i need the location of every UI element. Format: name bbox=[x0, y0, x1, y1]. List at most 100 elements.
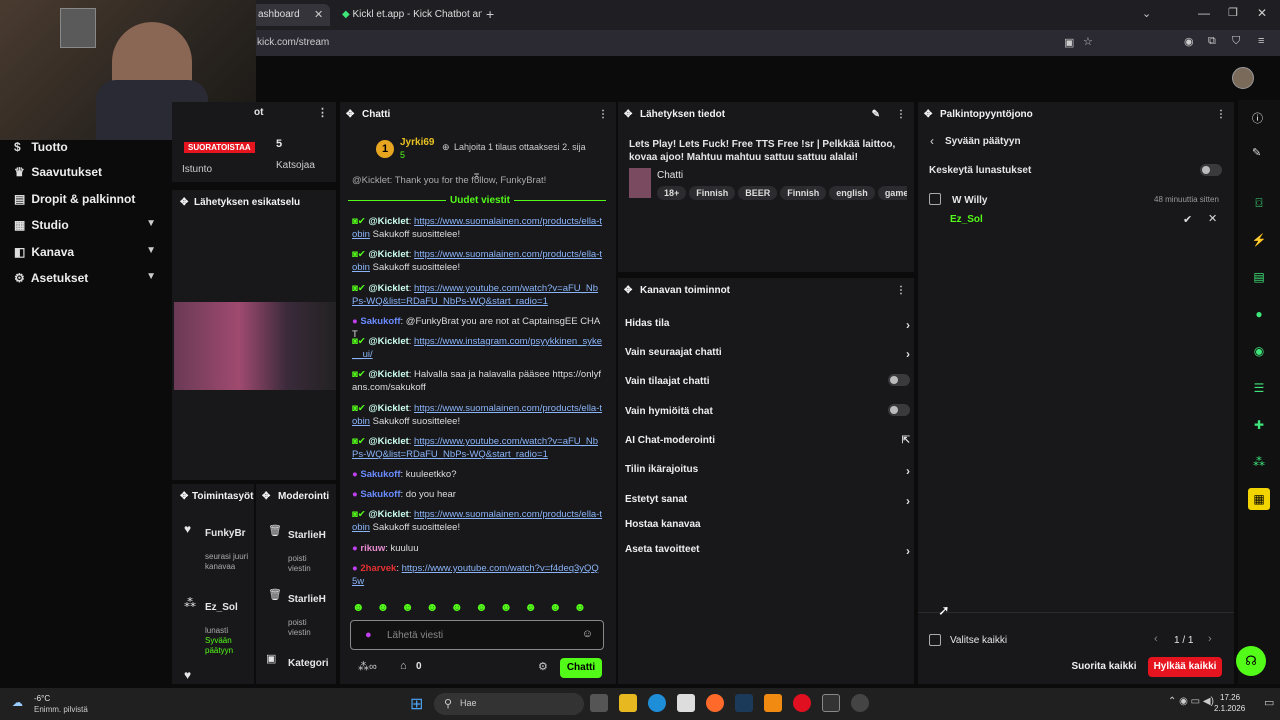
chat-settings-icon[interactable]: ⚙ bbox=[538, 660, 548, 673]
chat-username[interactable]: @Kicklet bbox=[368, 369, 408, 380]
edge-icon[interactable] bbox=[648, 694, 666, 712]
request-user[interactable]: Ez_Sol bbox=[950, 214, 983, 225]
reject-x-icon[interactable]: ✕ bbox=[1208, 212, 1217, 225]
chat-username[interactable]: @Kicklet bbox=[368, 436, 408, 447]
opera-icon[interactable] bbox=[793, 694, 811, 712]
next-page-icon[interactable]: › bbox=[1208, 633, 1212, 645]
task-view-icon[interactable] bbox=[590, 694, 608, 712]
url-text[interactable]: kick.com/stream bbox=[257, 37, 329, 48]
complete-all-button[interactable]: Suorita kaikki bbox=[1068, 657, 1140, 677]
channel-action-row[interactable]: Hostaa kanavaa bbox=[625, 519, 910, 530]
toggle-switch[interactable] bbox=[888, 404, 910, 416]
sidebar-item-saavutukset[interactable]: ♛ Saavutukset bbox=[14, 165, 102, 179]
menu-icon[interactable]: ≡ bbox=[1258, 35, 1264, 47]
stream-category[interactable]: Chatti bbox=[657, 170, 683, 181]
reader-view-icon[interactable]: ▣ bbox=[1064, 36, 1074, 49]
list-icon[interactable]: ☰ bbox=[1248, 377, 1270, 399]
taskbar-search[interactable]: ⚲ Hae bbox=[434, 693, 584, 715]
bookmark-star-icon[interactable]: ☆ bbox=[1083, 35, 1093, 48]
chat-username[interactable]: 2harvek bbox=[360, 563, 396, 574]
chat-input[interactable]: ● Lähetä viesti ☺ bbox=[350, 620, 604, 650]
stream-tag[interactable]: Finnish bbox=[689, 186, 736, 200]
stream-preview-video[interactable] bbox=[174, 302, 336, 390]
notification-icon[interactable]: ▭ bbox=[1264, 696, 1274, 709]
sidebar-item-asetukset[interactable]: ⚙ Asetukset ▼ bbox=[14, 271, 170, 285]
close-window-icon[interactable]: ✕ bbox=[1257, 6, 1267, 20]
channel-action-row[interactable]: Tilin ikärajoitus › bbox=[625, 464, 910, 478]
new-tab-icon[interactable]: + bbox=[486, 6, 494, 22]
file-explorer-icon[interactable] bbox=[619, 694, 637, 712]
move-icon[interactable]: ✥ bbox=[262, 484, 270, 510]
sidebar-item-tuotto[interactable]: $ Tuotto bbox=[14, 140, 68, 154]
move-icon[interactable]: ✥ bbox=[346, 102, 354, 128]
emoji-icon[interactable]: ☺ bbox=[582, 628, 593, 640]
broadcast-icon[interactable]: ◉ bbox=[1248, 340, 1270, 362]
chat-username[interactable]: @Kicklet bbox=[368, 249, 408, 260]
channel-action-row[interactable]: Estetyt sanat › bbox=[625, 494, 910, 508]
firefox-icon[interactable] bbox=[706, 694, 724, 712]
support-headset-icon[interactable]: ☊ bbox=[1236, 646, 1266, 676]
activity-user[interactable]: FunkyBr bbox=[205, 528, 246, 539]
stream-tag[interactable]: english bbox=[829, 186, 875, 200]
chat-username[interactable]: Sakukoff bbox=[360, 316, 400, 327]
request-checkbox[interactable] bbox=[929, 193, 941, 205]
chat-bubble-icon[interactable]: ● bbox=[1248, 303, 1270, 325]
rewards-icon[interactable]: ⁂ bbox=[1248, 451, 1270, 473]
send-chat-button[interactable]: Chatti bbox=[560, 658, 602, 678]
lightning-icon[interactable]: ⚡ bbox=[1248, 229, 1270, 251]
chat-username[interactable]: @Kicklet bbox=[368, 283, 408, 294]
edit-icon[interactable]: ✎ bbox=[872, 102, 880, 128]
mod-user[interactable]: StarlieH bbox=[288, 530, 326, 541]
chat-username[interactable]: Sakukoff bbox=[360, 469, 400, 480]
sidebar-item-dropit[interactable]: ▤ Dropit & palkinnot bbox=[14, 192, 135, 206]
stream-tag[interactable]: Finnish bbox=[780, 186, 827, 200]
close-tab-icon[interactable]: ✕ bbox=[314, 8, 323, 21]
back-icon[interactable]: ‹ bbox=[930, 134, 934, 148]
move-icon[interactable]: ✥ bbox=[180, 190, 188, 216]
calendar-icon[interactable]: ▦ bbox=[1248, 488, 1270, 510]
sidebar-item-kanava[interactable]: ◧ Kanava ▼ bbox=[14, 245, 170, 259]
more-options-icon[interactable]: ⋮ bbox=[598, 102, 608, 128]
extensions-icon[interactable]: ⧉ bbox=[1208, 35, 1216, 48]
mod-user[interactable]: StarlieH bbox=[288, 594, 326, 605]
reject-all-button[interactable]: Hylkää kaikki bbox=[1148, 657, 1222, 677]
channel-action-row[interactable]: Vain tilaajat chatti bbox=[625, 374, 910, 387]
obs-icon[interactable] bbox=[851, 694, 869, 712]
chat-username[interactable]: @Kicklet bbox=[368, 403, 408, 414]
select-all-checkbox[interactable] bbox=[929, 634, 941, 646]
camera-icon[interactable]: ⌼ bbox=[1248, 192, 1270, 214]
avatar[interactable] bbox=[1232, 67, 1254, 89]
pinned-user[interactable]: Jyrki69 bbox=[400, 137, 434, 148]
channel-action-row[interactable]: Vain seuraajat chatti › bbox=[625, 347, 910, 361]
prev-page-icon[interactable]: ‹ bbox=[1154, 633, 1158, 645]
info-icon[interactable]: ⓘ bbox=[1252, 110, 1263, 126]
windows-start-icon[interactable]: ⊞ bbox=[410, 694, 423, 714]
mod-user[interactable]: Kategori bbox=[288, 658, 329, 669]
chat-username[interactable]: rikuw bbox=[360, 543, 385, 554]
more-options-icon[interactable]: ⋮ bbox=[896, 102, 906, 128]
shield-icon[interactable]: ⛉ bbox=[1232, 35, 1240, 48]
channel-action-row[interactable]: Vain hymiöitä chat bbox=[625, 404, 910, 417]
move-icon[interactable]: ✥ bbox=[180, 484, 188, 510]
account-icon[interactable]: ◉ bbox=[1184, 35, 1194, 48]
stream-tag[interactable]: games bbox=[877, 186, 907, 200]
move-icon[interactable]: ✥ bbox=[624, 278, 632, 304]
chat-username[interactable]: @Kicklet bbox=[368, 216, 408, 227]
terminal-icon[interactable] bbox=[822, 694, 840, 712]
approve-check-icon[interactable]: ✔ bbox=[1183, 213, 1192, 226]
tab-list-icon[interactable]: ⌄ bbox=[1142, 7, 1151, 20]
move-icon[interactable]: ✥ bbox=[924, 102, 932, 128]
pencil-icon[interactable]: ✎ bbox=[1252, 146, 1261, 159]
move-icon[interactable]: ✥ bbox=[624, 102, 632, 128]
vlc-icon[interactable] bbox=[764, 694, 782, 712]
steam-icon[interactable] bbox=[735, 694, 753, 712]
channel-action-row[interactable]: Hidas tila › bbox=[625, 318, 910, 332]
document-icon[interactable]: ▤ bbox=[1248, 266, 1270, 288]
sidebar-item-studio[interactable]: ▦ Studio ▼ bbox=[14, 218, 170, 232]
activity-user[interactable]: Ez_Sol bbox=[205, 602, 238, 613]
more-options-icon[interactable]: ⋮ bbox=[317, 106, 328, 119]
chat-username[interactable]: Sakukoff bbox=[360, 489, 400, 500]
toggle-switch[interactable] bbox=[888, 374, 910, 386]
tray-icons[interactable]: ⌃ ◉ ▭ ◀) bbox=[1168, 696, 1214, 707]
channel-action-row[interactable]: AI Chat-moderointi ⇱ bbox=[625, 435, 910, 446]
